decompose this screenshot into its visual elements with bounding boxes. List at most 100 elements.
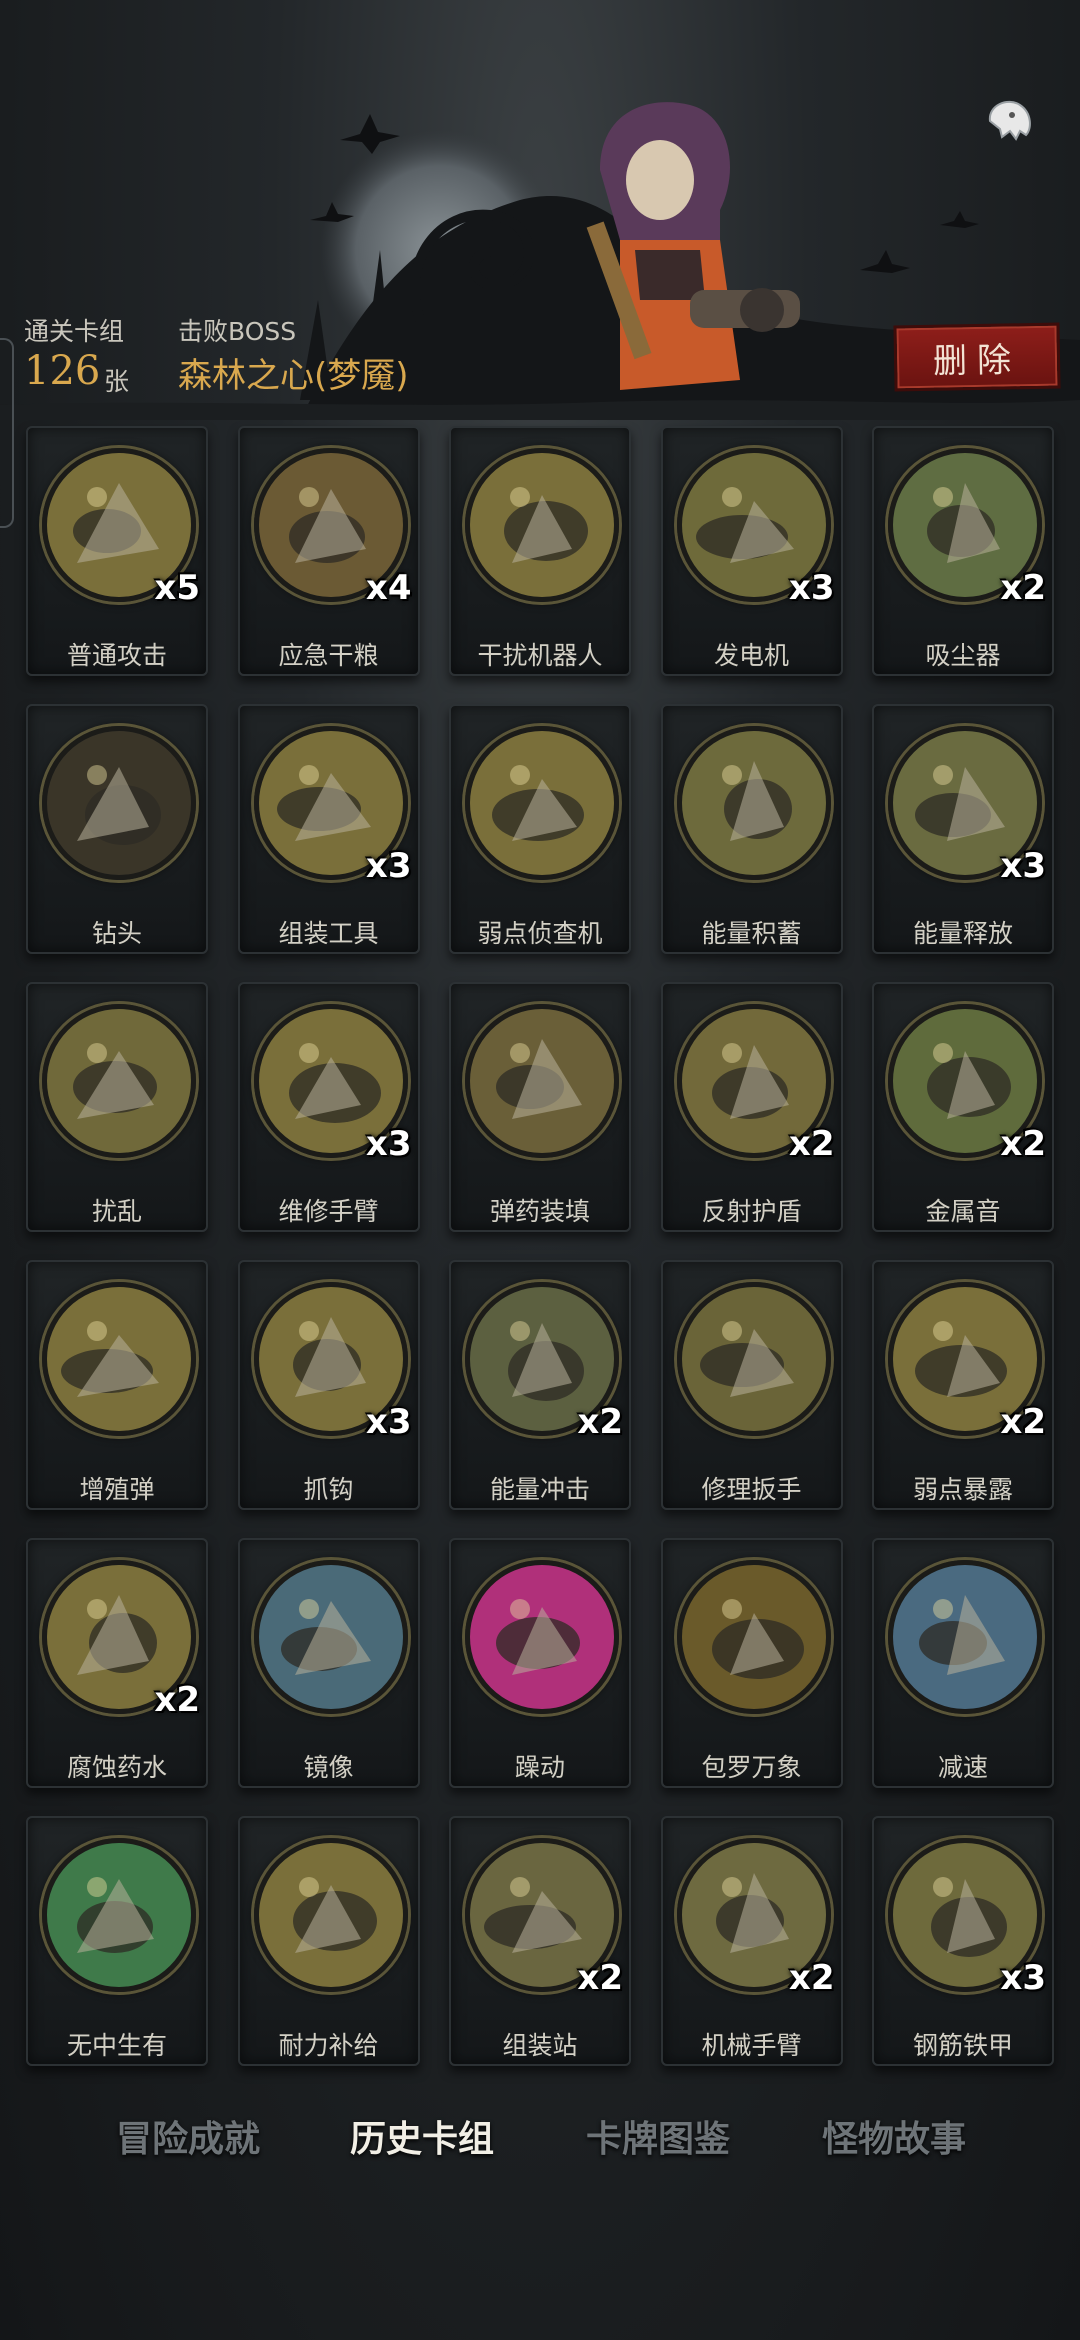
- card-name: 维修手臂: [278, 1197, 379, 1226]
- deck-card[interactable]: 耐力补给: [237, 1816, 420, 2066]
- card-art-frame: [42, 726, 196, 880]
- deck-card[interactable]: 钻头: [26, 704, 208, 954]
- card-count-badge: x2: [1000, 1402, 1046, 1442]
- stamina-icon: [258, 1843, 403, 1987]
- deck-card[interactable]: x4 应急干粮: [237, 426, 420, 676]
- delete-button[interactable]: 删除: [893, 322, 1061, 392]
- card-name: 干扰机器人: [477, 641, 603, 670]
- deck-card[interactable]: 弹药装填: [449, 982, 631, 1232]
- deck-card[interactable]: 镜像: [237, 1538, 420, 1788]
- deck-card[interactable]: 弱点侦查机: [449, 704, 631, 954]
- card-name: 能量冲击: [489, 1475, 590, 1504]
- bat-3: [860, 250, 910, 273]
- card-count-badge: x2: [1000, 1124, 1046, 1164]
- frenzy-icon: [470, 1565, 614, 1709]
- deck-card[interactable]: 包罗万象: [660, 1538, 843, 1788]
- card-name: 金属音: [925, 1197, 1001, 1226]
- tab-adventure-achievements[interactable]: 冒险成就: [116, 2110, 260, 2162]
- energy-store-icon: [681, 731, 826, 875]
- deck-card[interactable]: 增殖弹: [26, 1260, 208, 1510]
- card-name: 增殖弹: [79, 1475, 155, 1504]
- scout-drone-icon: [470, 731, 614, 875]
- deck-card[interactable]: x3 能量释放: [872, 704, 1054, 954]
- card-name: 抓钩: [303, 1475, 354, 1504]
- deck-card[interactable]: 扰乱: [26, 982, 208, 1232]
- left-edge-accent: [0, 338, 14, 528]
- card-name: 弹药装填: [489, 1197, 590, 1226]
- card-count-badge: x2: [577, 1958, 623, 1998]
- card-name: 机械手臂: [701, 2031, 802, 2060]
- reload-icon: [470, 1009, 614, 1153]
- deck-card[interactable]: 干扰机器人: [449, 426, 631, 676]
- card-name: 反射护盾: [701, 1197, 802, 1226]
- tab-history-decks[interactable]: 历史卡组: [350, 2110, 494, 2162]
- deck-card[interactable]: x5 普通攻击: [26, 426, 208, 676]
- deck-card[interactable]: x3 发电机: [660, 426, 843, 676]
- ghost-icon[interactable]: [972, 84, 1048, 154]
- deck-card[interactable]: 躁动: [449, 1538, 631, 1788]
- card-count-badge: x3: [788, 568, 835, 608]
- tab-monster-stories[interactable]: 怪物故事: [822, 2110, 966, 2162]
- tab-card-gallery[interactable]: 卡牌图鉴: [586, 2110, 730, 2162]
- defeat-boss-label: 击败BOSS: [178, 317, 297, 346]
- card-name: 镜像: [303, 1753, 354, 1782]
- bat-4: [940, 211, 979, 228]
- card-art-frame: [42, 1004, 196, 1158]
- card-name: 钻头: [91, 919, 142, 948]
- card-grid: x5 普通攻击 x4 应急干粮 干扰机器人 x3 发电机 x2 吸尘器 钻头 x3 组装工具 弱点侦查机…: [26, 426, 1056, 2066]
- deck-card[interactable]: x2 吸尘器: [872, 426, 1054, 676]
- card-art-frame: [253, 1560, 408, 1714]
- deck-card[interactable]: 无中生有: [26, 1816, 208, 2066]
- card-count-badge: x5: [154, 568, 200, 608]
- deck-card[interactable]: x3 组装工具: [237, 704, 420, 954]
- slow-icon: [893, 1565, 1037, 1709]
- card-name: 吸尘器: [925, 641, 1001, 670]
- mirror-icon: [258, 1565, 403, 1709]
- deck-card[interactable]: x3 钢筋铁甲: [872, 1816, 1054, 2066]
- card-art-frame: [888, 1560, 1042, 1714]
- card-name: 弱点侦查机: [477, 919, 603, 948]
- card-count-badge: x3: [1000, 1958, 1046, 1998]
- card-name: 普通攻击: [66, 641, 167, 670]
- deck-card[interactable]: x3 维修手臂: [237, 982, 420, 1232]
- clear-deck-unit: 张: [104, 367, 130, 396]
- card-count-badge: x4: [365, 568, 412, 608]
- card-count-badge: x2: [788, 1958, 835, 1998]
- card-art-frame: [465, 726, 619, 880]
- card-name: 应急干粮: [278, 641, 379, 670]
- card-count-badge: x2: [1000, 568, 1046, 608]
- deck-card[interactable]: x2 反射护盾: [660, 982, 843, 1232]
- card-name: 修理扳手: [701, 1475, 802, 1504]
- deck-card[interactable]: 减速: [872, 1538, 1054, 1788]
- card-name: 无中生有: [66, 2031, 167, 2060]
- card-name: 耐力补给: [278, 2031, 379, 2060]
- deck-card[interactable]: x2 机械手臂: [660, 1816, 843, 2066]
- deck-card[interactable]: x2 弱点暴露: [872, 1260, 1054, 1510]
- card-name: 组装工具: [278, 919, 379, 948]
- card-count-badge: x3: [365, 1402, 412, 1442]
- deck-card[interactable]: x3 抓钩: [237, 1260, 420, 1510]
- deck-card[interactable]: 修理扳手: [660, 1260, 843, 1510]
- card-name: 减速: [937, 1753, 988, 1782]
- clear-deck-label: 通关卡组: [24, 317, 125, 346]
- all-encompass-icon: [681, 1565, 826, 1709]
- card-art-frame: [676, 1560, 831, 1714]
- card-art-frame: [465, 1560, 619, 1714]
- bottom-tab-bar: 冒险成就 历史卡组 卡牌图鉴 怪物故事: [0, 2110, 1080, 2170]
- card-name: 组装站: [502, 2031, 578, 2060]
- card-art-frame: [676, 726, 831, 880]
- clear-deck-count: 126: [24, 348, 101, 394]
- deck-card[interactable]: x2 金属音: [872, 982, 1054, 1232]
- card-name: 扰乱: [91, 1197, 142, 1226]
- proliferate-bomb-icon: [47, 1287, 191, 1431]
- card-name: 钢筋铁甲: [912, 2031, 1013, 2060]
- card-name: 能量积蓄: [701, 919, 802, 948]
- deck-card[interactable]: x2 能量冲击: [449, 1260, 631, 1510]
- boss-name: 森林之心(梦魇): [178, 356, 409, 396]
- deck-card[interactable]: 能量积蓄: [660, 704, 843, 954]
- card-count-badge: x3: [1000, 846, 1046, 886]
- deck-card[interactable]: x2 组装站: [449, 1816, 631, 2066]
- deck-card[interactable]: x2 腐蚀药水: [26, 1538, 208, 1788]
- wrench-icon: [681, 1287, 826, 1431]
- card-art-frame: [465, 1004, 619, 1158]
